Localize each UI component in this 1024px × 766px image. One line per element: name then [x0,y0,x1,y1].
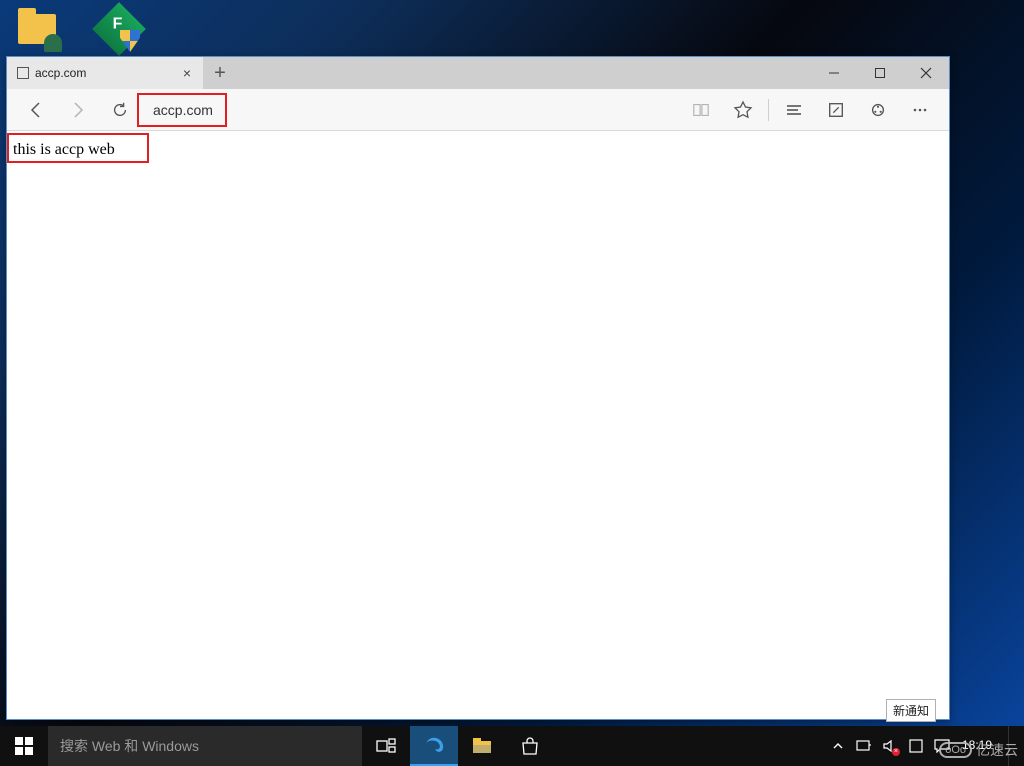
refresh-button[interactable] [99,89,141,131]
taskbar-search[interactable]: 搜索 Web 和 Windows [48,726,362,766]
network-icon[interactable] [856,738,872,754]
page-body-text: this is accp web [7,131,949,169]
webnote-button[interactable] [815,89,857,131]
tab-title: accp.com [35,66,173,80]
volume-icon[interactable]: × [882,738,898,754]
start-button[interactable] [0,726,48,766]
taskbar-app-explorer[interactable] [458,726,506,766]
desktop: F accp.com × + [0,0,1024,766]
desktop-folder-icon[interactable] [18,6,58,50]
taskbar-app-store[interactable] [506,726,554,766]
close-tab-icon[interactable]: × [179,65,195,81]
show-desktop[interactable] [1008,726,1024,766]
folder-icon [472,737,492,755]
system-tray[interactable]: × 18:19 [824,738,1002,754]
action-center-icon[interactable] [934,738,950,754]
store-icon [520,736,540,756]
reading-view-button[interactable] [680,89,722,131]
forward-button[interactable] [57,89,99,131]
windows-logo-icon [15,737,33,755]
address-bar-wrap [141,97,680,123]
address-bar[interactable] [149,97,672,123]
minimize-button[interactable] [811,57,857,89]
taskbar-app-edge[interactable] [410,726,458,766]
new-tab-button[interactable]: + [203,57,237,89]
titlebar[interactable]: accp.com × + [7,57,949,89]
task-view-button[interactable] [362,726,410,766]
taskbar: 搜索 Web 和 Windows × [0,726,1024,766]
tooltip: 新通知 [886,699,936,722]
more-button[interactable] [899,89,941,131]
page-icon [17,67,29,79]
share-button[interactable] [857,89,899,131]
close-window-button[interactable] [903,57,949,89]
browser-window: accp.com × + [6,56,950,720]
page-content: this is accp web [7,131,949,719]
edge-icon [423,735,445,757]
favorites-button[interactable] [722,89,764,131]
tray-chevron-icon[interactable] [830,738,846,754]
hub-button[interactable] [773,89,815,131]
maximize-button[interactable] [857,57,903,89]
taskbar-clock[interactable]: 18:19 [960,739,996,752]
search-placeholder: 搜索 Web 和 Windows [60,736,199,756]
desktop-app-icon[interactable]: F [98,6,138,50]
clock-time: 18:19 [962,739,992,752]
toolbar [7,89,949,131]
ime-icon[interactable] [908,738,924,754]
back-button[interactable] [15,89,57,131]
browser-tab[interactable]: accp.com × [7,57,203,89]
